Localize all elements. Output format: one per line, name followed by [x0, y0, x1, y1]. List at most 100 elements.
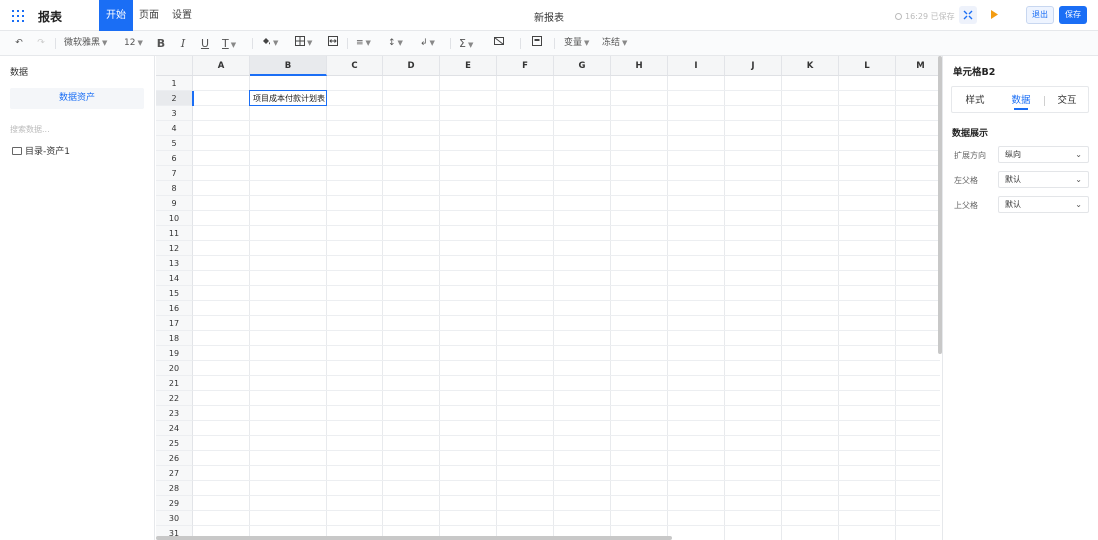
column-header-e[interactable]: E: [440, 56, 497, 76]
exit-button[interactable]: 退出: [1026, 6, 1054, 24]
app-title: 报表: [38, 10, 63, 24]
grid-line: [193, 285, 940, 286]
spreadsheet-grid[interactable]: A B C D E F G H I J K L M 1 2 3 4 5 6 7 8 9 10 11 12 13 14 15 16 17 18…: [156, 56, 940, 540]
underline-icon[interactable]: U: [200, 36, 210, 51]
column-header-f[interactable]: F: [497, 56, 554, 76]
save-button[interactable]: 保存: [1059, 6, 1087, 24]
tab-page[interactable]: 页面: [132, 0, 166, 31]
row-header-21[interactable]: 21: [156, 376, 193, 391]
toolbar-divider: [450, 38, 451, 49]
text-wrap-button[interactable]: ↲ ▼: [420, 36, 435, 51]
row-header-5[interactable]: 5: [156, 136, 193, 151]
row-header-1[interactable]: 1: [156, 76, 193, 91]
formula-button[interactable]: Σ ▼: [459, 36, 473, 51]
expand-direction-select[interactable]: 纵向 ⌄: [998, 146, 1089, 163]
tab-interaction[interactable]: 交互: [1044, 87, 1090, 114]
row-header-15[interactable]: 15: [156, 286, 193, 301]
run-preview-button[interactable]: [985, 6, 1003, 24]
preview-layout-button[interactable]: [959, 6, 977, 24]
row-header-2[interactable]: 2: [156, 91, 193, 106]
font-size-value: 12: [124, 38, 136, 48]
row-header-25[interactable]: 25: [156, 436, 193, 451]
grid-line: [193, 315, 940, 316]
column-header-a[interactable]: A: [193, 56, 250, 76]
row-header-29[interactable]: 29: [156, 496, 193, 511]
row-header-12[interactable]: 12: [156, 241, 193, 256]
play-icon: [990, 10, 998, 19]
row-header-19[interactable]: 19: [156, 346, 193, 361]
undo-icon[interactable]: ↶: [13, 36, 25, 51]
column-header-d[interactable]: D: [383, 56, 440, 76]
row-header-7[interactable]: 7: [156, 166, 193, 181]
folder-item[interactable]: 目录-资产1: [12, 144, 70, 157]
font-size-select[interactable]: 12 ▼: [124, 36, 143, 51]
row-header-17[interactable]: 17: [156, 316, 193, 331]
row-header-9[interactable]: 9: [156, 196, 193, 211]
row-header-10[interactable]: 10: [156, 211, 193, 226]
horizontal-scrollbar[interactable]: [156, 536, 672, 540]
grid-line: [193, 225, 940, 226]
column-header-h[interactable]: H: [611, 56, 668, 76]
left-parent-select[interactable]: 默认 ⌄: [998, 171, 1089, 188]
freeze-select[interactable]: 冻结 ▼: [602, 36, 627, 51]
column-header-c[interactable]: C: [327, 56, 383, 76]
tab-settings[interactable]: 设置: [165, 0, 199, 31]
app-grid-icon[interactable]: [12, 10, 24, 22]
grid-line: [553, 76, 554, 540]
toolbar-divider: [252, 38, 253, 49]
tab-start[interactable]: 开始: [99, 0, 133, 31]
grid-line: [496, 76, 497, 540]
grid-line: [838, 76, 839, 540]
tab-style[interactable]: 样式: [952, 87, 998, 114]
column-header-l[interactable]: L: [839, 56, 896, 76]
row-header-14[interactable]: 14: [156, 271, 193, 286]
image-icon[interactable]: [532, 36, 542, 51]
row-header-30[interactable]: 30: [156, 511, 193, 526]
data-search-input[interactable]: 搜索数据...: [10, 124, 50, 135]
grid-line: [193, 360, 940, 361]
italic-icon[interactable]: I: [178, 36, 188, 51]
row-header-11[interactable]: 11: [156, 226, 193, 241]
row-header-28[interactable]: 28: [156, 481, 193, 496]
folder-label: 目录-资产1: [25, 147, 70, 157]
merge-cells-icon[interactable]: [328, 36, 338, 51]
text-color-button[interactable]: T ▼: [222, 36, 236, 51]
top-parent-select[interactable]: 默认 ⌄: [998, 196, 1089, 213]
row-header-26[interactable]: 26: [156, 451, 193, 466]
select-all-corner[interactable]: [156, 56, 193, 76]
border-button[interactable]: ▼: [295, 36, 312, 51]
row-header-18[interactable]: 18: [156, 331, 193, 346]
column-header-k[interactable]: K: [782, 56, 839, 76]
row-header-3[interactable]: 3: [156, 106, 193, 121]
row-header-22[interactable]: 22: [156, 391, 193, 406]
bold-icon[interactable]: B: [156, 36, 166, 51]
row-header-13[interactable]: 13: [156, 256, 193, 271]
align-vertical-button[interactable]: ↕ ▼: [388, 36, 403, 51]
column-header-i[interactable]: I: [668, 56, 725, 76]
column-header-b[interactable]: B: [250, 56, 327, 76]
row-header-24[interactable]: 24: [156, 421, 193, 436]
column-header-g[interactable]: G: [554, 56, 611, 76]
column-header-j[interactable]: J: [725, 56, 782, 76]
top-parent-value: 默认: [1005, 200, 1021, 209]
tab-data[interactable]: 数据: [998, 87, 1044, 114]
align-horizontal-button[interactable]: ≡ ▼: [356, 36, 371, 51]
expand-direction-value: 纵向: [1005, 150, 1021, 159]
row-header-23[interactable]: 23: [156, 406, 193, 421]
font-family-select[interactable]: 微软雅黑 ▼: [64, 36, 107, 51]
row-header-16[interactable]: 16: [156, 301, 193, 316]
grid-line: [193, 270, 940, 271]
fill-color-button[interactable]: ▼: [261, 36, 278, 51]
row-header-4[interactable]: 4: [156, 121, 193, 136]
row-header-27[interactable]: 27: [156, 466, 193, 481]
clear-format-icon[interactable]: [494, 36, 504, 51]
row-header-8[interactable]: 8: [156, 181, 193, 196]
data-asset-button[interactable]: 数据资产: [10, 88, 144, 109]
row-header-6[interactable]: 6: [156, 151, 193, 166]
variable-select[interactable]: 变量 ▼: [564, 36, 589, 51]
column-header-m[interactable]: M: [896, 56, 940, 76]
grid-line: [610, 76, 611, 540]
redo-icon[interactable]: ↷: [35, 36, 47, 51]
grid-line: [193, 195, 940, 196]
row-header-20[interactable]: 20: [156, 361, 193, 376]
